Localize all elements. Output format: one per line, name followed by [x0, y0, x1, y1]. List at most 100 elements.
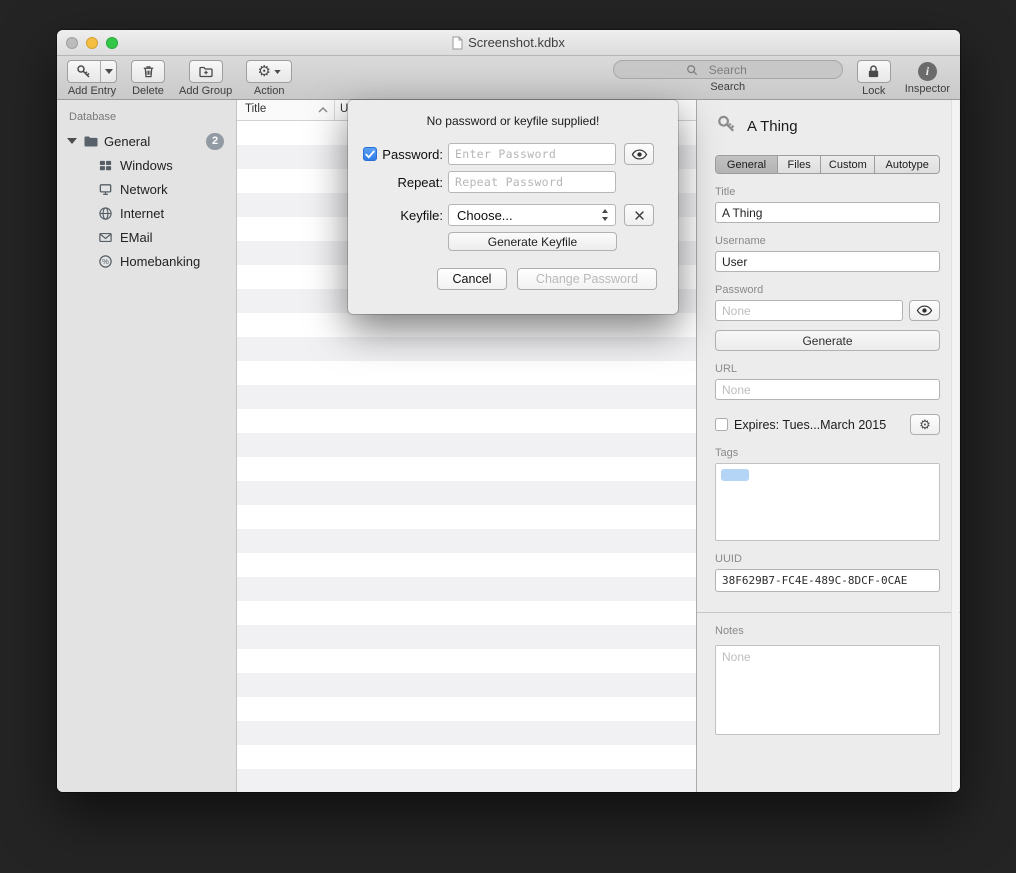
action-label: Action: [254, 85, 285, 97]
document-icon: [452, 36, 463, 50]
show-password-button[interactable]: [909, 300, 940, 321]
action-button[interactable]: ⚙: [246, 60, 292, 83]
folder-icon: [83, 133, 99, 149]
sort-ascending-icon: [318, 107, 328, 113]
toolbar-add-group: Add Group: [179, 60, 232, 97]
search-input[interactable]: [614, 61, 842, 78]
password-field[interactable]: [715, 300, 903, 321]
expires-settings-button[interactable]: ⚙: [910, 414, 940, 435]
sidebar-item-email[interactable]: EMail: [57, 225, 236, 249]
add-entry-button[interactable]: [67, 60, 117, 83]
tab-files[interactable]: Files: [778, 156, 821, 173]
cancel-button[interactable]: Cancel: [437, 268, 507, 290]
tab-autotype[interactable]: Autotype: [875, 156, 939, 173]
dialog-actions: Cancel Change Password: [348, 268, 678, 290]
inspector-button[interactable]: i: [918, 62, 937, 81]
gear-icon: ⚙: [257, 64, 270, 79]
username-field[interactable]: [715, 251, 940, 272]
gear-icon: ⚙: [919, 418, 931, 431]
toolbar-add-entry: Add Entry: [67, 60, 117, 97]
titlebar[interactable]: Screenshot.kdbx: [57, 30, 960, 56]
password-checkbox[interactable]: [363, 147, 377, 161]
sidebar-section-header: Database: [57, 109, 236, 129]
eye-icon: [916, 305, 933, 316]
inspector-label: Inspector: [905, 83, 950, 95]
disclosure-triangle-icon[interactable]: [67, 138, 77, 144]
password-label: Password:: [382, 147, 443, 162]
homebanking-icon: %: [97, 253, 113, 269]
sidebar-item-internet[interactable]: Internet: [57, 201, 236, 225]
repeat-password-input[interactable]: [448, 171, 616, 193]
keyfile-popup-button[interactable]: Choose...: [448, 204, 616, 226]
uuid-field[interactable]: [715, 569, 940, 592]
delete-button[interactable]: [131, 60, 165, 83]
chevron-down-icon[interactable]: [100, 61, 116, 82]
sidebar-item-homebanking[interactable]: % Homebanking: [57, 249, 236, 273]
sidebar-item-label: Homebanking: [120, 254, 200, 269]
toolbar-inspector: i Inspector: [905, 60, 950, 95]
expires-checkbox[interactable]: [715, 418, 728, 431]
sidebar-item-label: Internet: [120, 206, 164, 221]
column-header-title[interactable]: Title: [245, 103, 266, 115]
chevron-down-icon: [274, 70, 281, 74]
notes-field[interactable]: [715, 645, 940, 735]
enter-password-input[interactable]: [448, 143, 616, 165]
keyfile-label: Keyfile:: [400, 208, 443, 223]
sidebar-item-general[interactable]: General 2: [57, 129, 236, 153]
password-field-label: Password: [715, 284, 940, 296]
titlebar-title-wrap: Screenshot.kdbx: [57, 35, 960, 50]
checkmark-icon: [365, 150, 375, 159]
tab-custom[interactable]: Custom: [821, 156, 875, 173]
folder-plus-icon: [198, 64, 214, 80]
eye-icon: [631, 149, 648, 160]
notes-label: Notes: [715, 625, 940, 637]
key-plus-icon: [68, 61, 100, 82]
popup-stepper-icon: [601, 208, 609, 222]
clear-keyfile-button[interactable]: [624, 204, 654, 226]
tags-label: Tags: [715, 447, 940, 459]
search-field[interactable]: [613, 60, 843, 79]
minimize-button[interactable]: [86, 37, 98, 49]
add-group-button[interactable]: [189, 60, 223, 83]
inspector-scrollbar[interactable]: [951, 100, 959, 792]
info-icon: i: [926, 64, 929, 79]
show-password-button[interactable]: [624, 143, 654, 165]
entry-header: A Thing: [715, 112, 940, 140]
generate-password-button[interactable]: Generate: [715, 330, 940, 351]
url-field[interactable]: [715, 379, 940, 400]
sidebar-item-network[interactable]: Network: [57, 177, 236, 201]
change-password-dialog: No password or keyfile supplied! Passwor…: [348, 100, 678, 314]
search-icon: [686, 64, 698, 76]
sidebar-item-label: Windows: [120, 158, 173, 173]
tags-field[interactable]: [715, 463, 940, 541]
window-title: Screenshot.kdbx: [468, 35, 565, 50]
zoom-button[interactable]: [106, 37, 118, 49]
generate-keyfile-button[interactable]: Generate Keyfile: [448, 232, 617, 251]
sidebar-item-windows[interactable]: Windows: [57, 153, 236, 177]
expires-row: Expires: Tues...March 2015 ⚙: [715, 414, 940, 435]
toolbar-delete: Delete: [131, 60, 165, 97]
dialog-message: No password or keyfile supplied!: [348, 114, 678, 128]
title-field[interactable]: [715, 202, 940, 223]
section-divider: [697, 612, 960, 613]
network-icon: [97, 181, 113, 197]
sidebar-item-label: Network: [120, 182, 168, 197]
traffic-lights: [57, 37, 118, 49]
tab-general[interactable]: General: [716, 156, 778, 173]
change-password-button[interactable]: Change Password: [517, 268, 657, 290]
toolbar: Add Entry Delete Add Group ⚙ Action: [57, 56, 960, 100]
column-divider[interactable]: [334, 100, 335, 120]
inspector-panel: A Thing General Files Custom Autotype Ti…: [696, 100, 960, 792]
add-entry-label: Add Entry: [68, 85, 116, 97]
toolbar-action: ⚙ Action: [246, 60, 292, 97]
repeat-label: Repeat:: [397, 175, 443, 190]
tag-token[interactable]: [721, 469, 749, 481]
close-button[interactable]: [66, 37, 78, 49]
keyfile-row: Keyfile: Choose...: [348, 204, 678, 226]
search-label: Search: [710, 81, 745, 93]
username-field-label: Username: [715, 235, 940, 247]
sidebar-item-label: EMail: [120, 230, 153, 245]
url-field-label: URL: [715, 363, 940, 375]
title-field-label: Title: [715, 186, 940, 198]
lock-button[interactable]: [857, 60, 891, 83]
